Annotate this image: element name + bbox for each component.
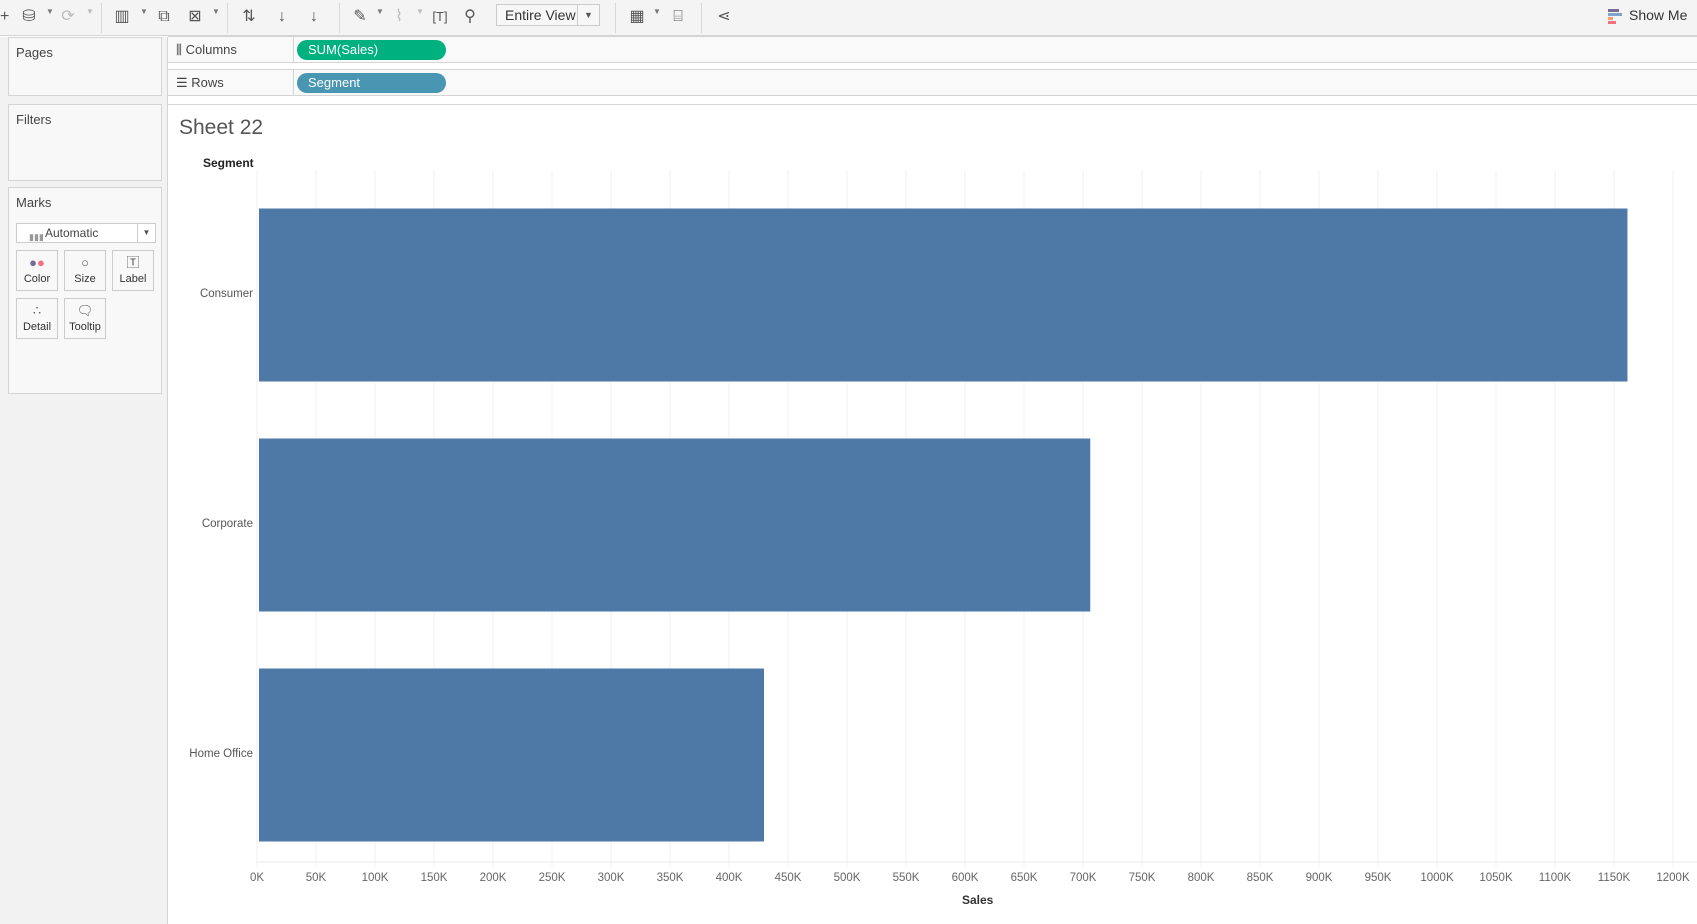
- x-tick-label: 100K: [362, 872, 389, 884]
- x-tick-label: 450K: [775, 872, 802, 884]
- x-tick-label: 250K: [539, 872, 566, 884]
- x-tick-label: 300K: [598, 872, 625, 884]
- x-tick-label: 1150K: [1598, 872, 1631, 884]
- x-tick-label: 700K: [1070, 872, 1097, 884]
- x-tick-label: 950K: [1365, 872, 1392, 884]
- row-label[interactable]: Corporate: [202, 518, 253, 530]
- x-tick-label: 650K: [1011, 872, 1038, 884]
- bar-consumer[interactable]: [259, 208, 1628, 382]
- x-tick-label: 900K: [1306, 872, 1333, 884]
- x-tick-label: 600K: [952, 872, 979, 884]
- x-tick-label: 0K: [250, 872, 264, 884]
- x-tick-label: 1100K: [1539, 872, 1572, 884]
- x-axis-title[interactable]: Sales: [962, 893, 993, 907]
- x-tick-label: 850K: [1247, 872, 1274, 884]
- x-tick-label: 500K: [834, 872, 861, 884]
- x-tick-label: 150K: [421, 872, 448, 884]
- x-tick-label: 550K: [893, 872, 920, 884]
- x-tick-label: 800K: [1188, 872, 1215, 884]
- x-tick-label: 1000K: [1420, 872, 1454, 884]
- x-tick-label: 200K: [480, 872, 507, 884]
- x-tick-label: 400K: [716, 872, 743, 884]
- row-label[interactable]: Home Office: [189, 748, 253, 760]
- x-tick-label: 1050K: [1479, 872, 1513, 884]
- row-label[interactable]: Consumer: [200, 288, 253, 300]
- x-tick-label: 1200K: [1656, 872, 1690, 884]
- bar-corporate[interactable]: [259, 438, 1091, 612]
- bar-chart: 0K 50K 100K 150K 200K 250K 300K 350K 400K 450K 500…: [250, 170, 1697, 884]
- x-tick-label: 750K: [1129, 872, 1156, 884]
- bar-home-office[interactable]: [259, 668, 764, 842]
- x-tick-label: 50K: [306, 872, 327, 884]
- x-tick-label: 350K: [657, 872, 684, 884]
